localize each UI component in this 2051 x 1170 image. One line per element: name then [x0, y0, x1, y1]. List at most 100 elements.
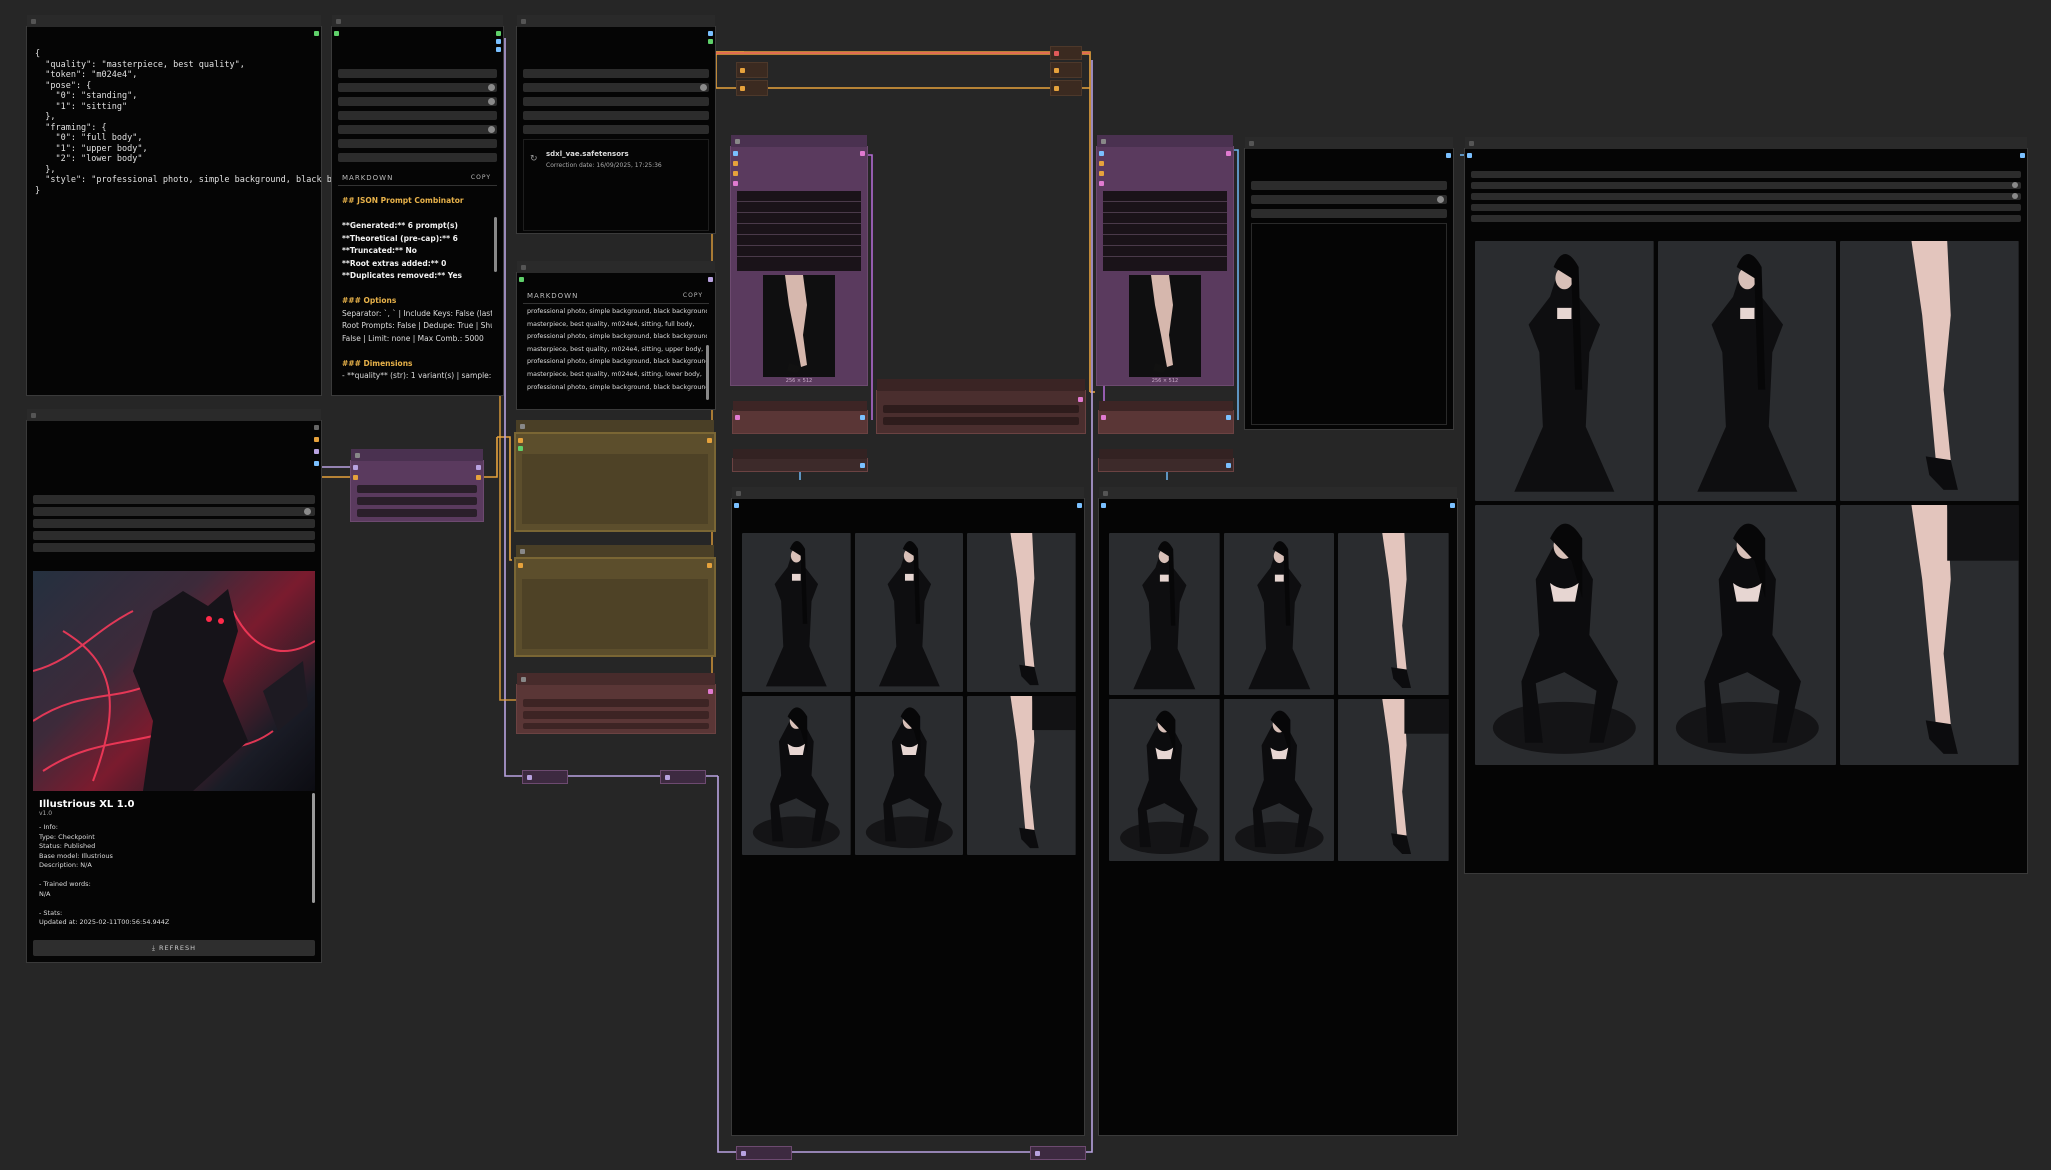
generated-image-thumbnail[interactable]	[1109, 699, 1220, 861]
refresh-button[interactable]: ⤓ REFRESH	[33, 940, 315, 956]
node-header[interactable]	[517, 261, 715, 273]
widget-bar[interactable]	[523, 711, 709, 719]
input-slot[interactable]	[734, 503, 739, 508]
generated-image-thumbnail[interactable]	[1657, 241, 1837, 501]
latent-node[interactable]	[732, 401, 868, 434]
node-header[interactable]	[1245, 137, 1453, 149]
widget-bar[interactable]	[523, 83, 709, 92]
widget-bar[interactable]	[338, 125, 497, 134]
generated-image-thumbnail[interactable]	[1338, 533, 1449, 695]
prompt-textarea[interactable]	[522, 454, 708, 524]
upscale-node[interactable]	[876, 379, 1086, 434]
ksampler-node-2[interactable]: 256 × 512	[1096, 135, 1234, 386]
image-grid-node-1[interactable]	[731, 487, 1085, 1136]
input-slot[interactable]	[1099, 161, 1104, 166]
node-header[interactable]	[516, 420, 714, 432]
widget-bar[interactable]	[33, 531, 315, 540]
widget-bar[interactable]	[1471, 171, 2021, 178]
output-slot[interactable]	[860, 415, 865, 420]
generated-image-thumbnail[interactable]	[1109, 533, 1220, 695]
node-header[interactable]	[517, 673, 715, 685]
input-slot[interactable]	[1099, 171, 1104, 176]
output-slot[interactable]	[314, 437, 319, 442]
json-prompt-node[interactable]: { "quality": "masterpiece, best quality"…	[26, 15, 383, 396]
prompt-list-markdown-node[interactable]: MARKDOWN COPY professional photo, simple…	[516, 261, 716, 410]
node-header[interactable]	[1099, 449, 1233, 459]
output-slot[interactable]	[496, 31, 501, 36]
output-slot[interactable]	[496, 47, 501, 52]
generated-image-thumbnail[interactable]	[1840, 241, 2019, 501]
output-slot[interactable]	[707, 563, 712, 568]
final-output-node[interactable]	[1464, 137, 2028, 874]
input-slot[interactable]	[733, 151, 738, 156]
input-slot[interactable]	[1099, 151, 1104, 156]
copy-button[interactable]: COPY	[471, 174, 491, 181]
widget-bar[interactable]	[883, 405, 1079, 413]
positive-prompt-node[interactable]	[514, 420, 716, 532]
output-slot[interactable]	[1226, 463, 1231, 468]
output-slot[interactable]	[2020, 153, 2025, 158]
widget-bar[interactable]	[1471, 215, 2021, 222]
generated-image-thumbnail[interactable]	[967, 696, 1076, 855]
generated-image-thumbnail[interactable]	[854, 533, 964, 692]
node-header[interactable]	[517, 15, 715, 27]
widget-stack[interactable]	[1103, 191, 1227, 271]
generated-image-thumbnail[interactable]	[854, 696, 964, 855]
output-slot[interactable]	[1226, 151, 1231, 156]
widget-bar[interactable]	[523, 69, 709, 78]
generated-image-thumbnail[interactable]	[1338, 699, 1449, 861]
output-slot[interactable]	[476, 465, 481, 470]
widget-bar[interactable]	[1471, 182, 2021, 189]
widget-bar[interactable]	[523, 723, 709, 729]
negative-prompt-node[interactable]	[514, 545, 716, 657]
input-slot[interactable]	[1099, 181, 1104, 186]
scrollbar[interactable]	[706, 345, 709, 400]
node-header[interactable]	[332, 15, 503, 27]
node-header[interactable]	[1097, 135, 1233, 147]
reroute-node[interactable]	[1050, 80, 1082, 96]
generated-image-thumbnail[interactable]	[742, 696, 851, 855]
string-node[interactable]	[350, 449, 484, 522]
widget-bar[interactable]	[523, 97, 709, 106]
reroute-node[interactable]	[660, 770, 706, 784]
input-slot[interactable]	[353, 475, 358, 480]
input-slot[interactable]	[518, 446, 523, 451]
generated-image-thumbnail[interactable]	[1223, 699, 1335, 861]
output-slot[interactable]	[708, 277, 713, 282]
widget-bar[interactable]	[338, 69, 497, 78]
image-grid-node-2[interactable]	[1098, 487, 1458, 1136]
vae-decode-node[interactable]	[1098, 449, 1234, 472]
node-header[interactable]	[1099, 401, 1233, 411]
widget-bar[interactable]	[338, 153, 497, 162]
widget-bar[interactable]	[523, 699, 709, 707]
node-header[interactable]	[351, 449, 483, 461]
node-header[interactable]	[1099, 487, 1457, 499]
widget-bar[interactable]	[1471, 193, 2021, 200]
widget-bar[interactable]	[1251, 195, 1447, 204]
output-slot[interactable]	[314, 31, 319, 36]
node-header[interactable]	[27, 15, 321, 27]
input-slot[interactable]	[334, 31, 339, 36]
node-header[interactable]	[731, 135, 867, 147]
output-slot[interactable]	[1077, 503, 1082, 508]
output-slot[interactable]	[860, 151, 865, 156]
widget-bar[interactable]	[33, 495, 315, 504]
widget-bar[interactable]	[523, 111, 709, 120]
widget-bar[interactable]	[1471, 204, 2021, 211]
input-slot[interactable]	[1101, 415, 1106, 420]
node-header[interactable]	[733, 401, 867, 411]
generated-image-thumbnail[interactable]	[1840, 505, 2019, 765]
output-slot[interactable]	[860, 463, 865, 468]
widget-bar[interactable]	[338, 97, 497, 106]
prompt-textarea[interactable]	[522, 579, 708, 649]
widget-bar[interactable]	[338, 83, 497, 92]
output-slot[interactable]	[314, 449, 319, 454]
input-slot[interactable]	[518, 438, 523, 443]
output-slot[interactable]	[314, 425, 319, 430]
widget-bar[interactable]	[357, 509, 477, 517]
reroute-node[interactable]	[736, 1146, 792, 1160]
node-header[interactable]	[732, 487, 1084, 499]
reroute-node[interactable]	[736, 62, 768, 78]
widget-bar[interactable]	[357, 497, 477, 505]
input-slot[interactable]	[1467, 153, 1472, 158]
